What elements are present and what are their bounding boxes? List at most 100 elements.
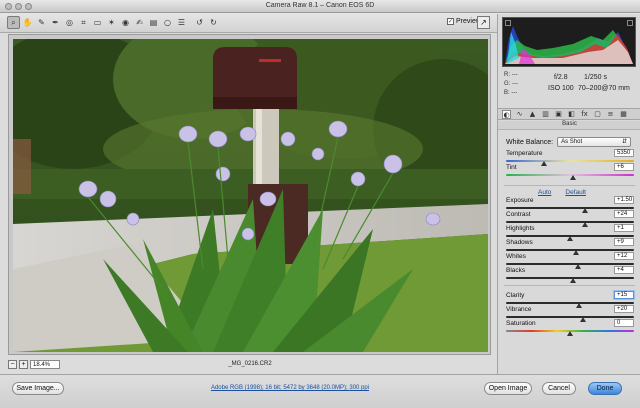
red-readout: R: ---: [504, 72, 518, 78]
filename-label: _MG_0216.CR2: [228, 361, 272, 367]
image-canvas[interactable]: [8, 34, 491, 355]
lens-readout: 70–200@70 mm: [578, 85, 630, 92]
vibrance-label: Vibrance: [506, 306, 532, 313]
zoom-tool-button[interactable]: ⌕: [7, 16, 20, 29]
basic-tab-icon: ◐: [503, 111, 510, 119]
lens-corrections-tab[interactable]: ◧: [567, 110, 576, 119]
hand-tool-button[interactable]: ✋: [21, 16, 34, 29]
vibrance-value-field[interactable]: +20: [614, 305, 634, 313]
open-image-button[interactable]: Open Image: [484, 382, 532, 395]
tint-label: Tint: [506, 164, 517, 171]
snapshots-tab-icon: ▦: [620, 110, 627, 118]
basic-tab[interactable]: ◐: [502, 110, 511, 119]
adjustment-brush-tool-button[interactable]: ✍: [133, 16, 146, 29]
tint-slider-row: Tint +6: [506, 163, 634, 180]
contrast-label: Contrast: [506, 211, 531, 218]
info-readout: R: --- G: --- B: --- f/2.8 1/250 s ISO 1…: [502, 70, 636, 106]
camera-calibration-tab[interactable]: ▢: [593, 110, 602, 119]
presets-tab-icon: ≡: [607, 110, 614, 118]
white-balance-label: White Balance:: [506, 138, 554, 146]
whites-value-field[interactable]: +12: [614, 252, 634, 260]
blacks-slider-thumb[interactable]: [569, 278, 576, 283]
temperature-slider-track[interactable]: [506, 160, 634, 162]
rotate-right-icon: ↻: [210, 18, 217, 27]
white-balance-select[interactable]: As Shot ⇵: [557, 137, 632, 147]
snapshots-tab[interactable]: ▦: [619, 110, 628, 119]
saturation-value-field[interactable]: 0: [614, 319, 634, 327]
preferences-tool-button[interactable]: ☰: [175, 16, 188, 29]
whites-slider-track[interactable]: [506, 263, 634, 265]
white-balance-tool-button[interactable]: ✎: [35, 16, 48, 29]
preview-toggle[interactable]: ✓ Preview: [447, 18, 481, 25]
aperture-readout: f/2.8: [554, 74, 568, 81]
preview-checkbox[interactable]: ✓: [447, 18, 454, 25]
detail-tab[interactable]: ▲: [528, 110, 537, 119]
straighten-tool-button[interactable]: ▭: [91, 16, 104, 29]
hsl-tab[interactable]: ▥: [541, 110, 550, 119]
blue-readout: B: ---: [504, 90, 518, 96]
rotate-right-tool-button[interactable]: ↻: [207, 16, 220, 29]
temperature-label: Temperature: [506, 150, 543, 157]
highlights-value-field[interactable]: +1: [614, 224, 634, 232]
clarity-value-field[interactable]: +15: [614, 291, 634, 299]
save-image-button[interactable]: Save Image...: [12, 382, 64, 395]
separator: [504, 285, 635, 286]
shadows-slider-track[interactable]: [506, 249, 634, 251]
shadows-value-field[interactable]: +9: [614, 238, 634, 246]
shutter-readout: 1/250 s: [584, 74, 607, 81]
white-balance-row: White Balance: As Shot ⇵: [506, 137, 632, 147]
radial-filter-tool-button[interactable]: ○: [161, 16, 174, 29]
tone-curve-tab[interactable]: ∿: [515, 110, 524, 119]
straighten-icon: ▭: [93, 18, 102, 27]
tint-slider-thumb[interactable]: [569, 175, 576, 180]
spot-removal-tool-button[interactable]: ✶: [105, 16, 118, 29]
contrast-value-field[interactable]: +24: [614, 210, 634, 218]
graduated-filter-tool-button[interactable]: ▤: [147, 16, 160, 29]
split-toning-tab[interactable]: ▣: [554, 110, 563, 119]
exposure-value-field[interactable]: +1.50: [614, 196, 634, 204]
adjustments-panel: R: --- G: --- B: --- f/2.8 1/250 s ISO 1…: [497, 14, 640, 374]
adjustment-brush-icon: ✍: [136, 18, 143, 27]
contrast-slider-track[interactable]: [506, 221, 634, 223]
white-balance-value: As Shot: [561, 139, 583, 145]
photo-preview[interactable]: [13, 39, 488, 352]
green-readout: G: ---: [504, 81, 518, 87]
highlight-clipping-toggle[interactable]: [627, 20, 633, 26]
rotate-left-icon: ↺: [196, 18, 203, 27]
cancel-button[interactable]: Cancel: [542, 382, 576, 395]
done-button[interactable]: Done: [588, 382, 622, 395]
zoom-in-button[interactable]: +: [19, 360, 28, 369]
hsl-tab-icon: ▥: [542, 110, 549, 118]
bottom-bar: Save Image... Adobe RGB (1998); 16 bit; …: [0, 374, 640, 408]
workflow-options-link[interactable]: Adobe RGB (1998); 16 bit; 5472 by 3648 (…: [200, 385, 380, 391]
shadow-clipping-toggle[interactable]: [505, 20, 511, 26]
exposure-slider-track[interactable]: [506, 207, 634, 209]
temperature-value-field[interactable]: 5350: [614, 149, 634, 157]
camera-calibration-tab-icon: ▢: [594, 110, 601, 118]
separator: [504, 185, 635, 186]
crop-tool-button[interactable]: ⌗: [77, 16, 90, 29]
lens-corrections-tab-icon: ◧: [568, 110, 575, 118]
detail-tab-icon: ▲: [529, 110, 536, 118]
title-bar: Camera Raw 8.1 – Canon EOS 6D: [0, 0, 640, 13]
color-sampler-tool-button[interactable]: ✒: [49, 16, 62, 29]
blacks-slider-row: Blacks +4: [506, 266, 634, 283]
zoom-level-select[interactable]: 18.4%: [30, 360, 60, 369]
red-eye-tool-button[interactable]: ◉: [119, 16, 132, 29]
clarity-slider-track[interactable]: [506, 302, 634, 304]
targeted-adjustment-tool-button[interactable]: ◎: [63, 16, 76, 29]
saturation-slider-thumb[interactable]: [567, 331, 573, 336]
zoom-out-button[interactable]: −: [8, 360, 17, 369]
white-balance-icon: ✎: [38, 18, 45, 27]
auto-link[interactable]: Auto: [538, 189, 551, 196]
vibrance-slider-track[interactable]: [506, 316, 634, 318]
effects-tab[interactable]: fx: [580, 110, 589, 119]
presets-tab[interactable]: ≡: [606, 110, 615, 119]
default-link[interactable]: Default: [565, 189, 586, 196]
tint-value-field[interactable]: +6: [614, 163, 634, 171]
iso-readout: ISO 100: [548, 85, 574, 92]
crop-icon: ⌗: [81, 17, 86, 27]
fullscreen-button[interactable]: ↗: [477, 16, 490, 29]
rotate-left-tool-button[interactable]: ↺: [193, 16, 206, 29]
blacks-value-field[interactable]: +4: [614, 266, 634, 274]
